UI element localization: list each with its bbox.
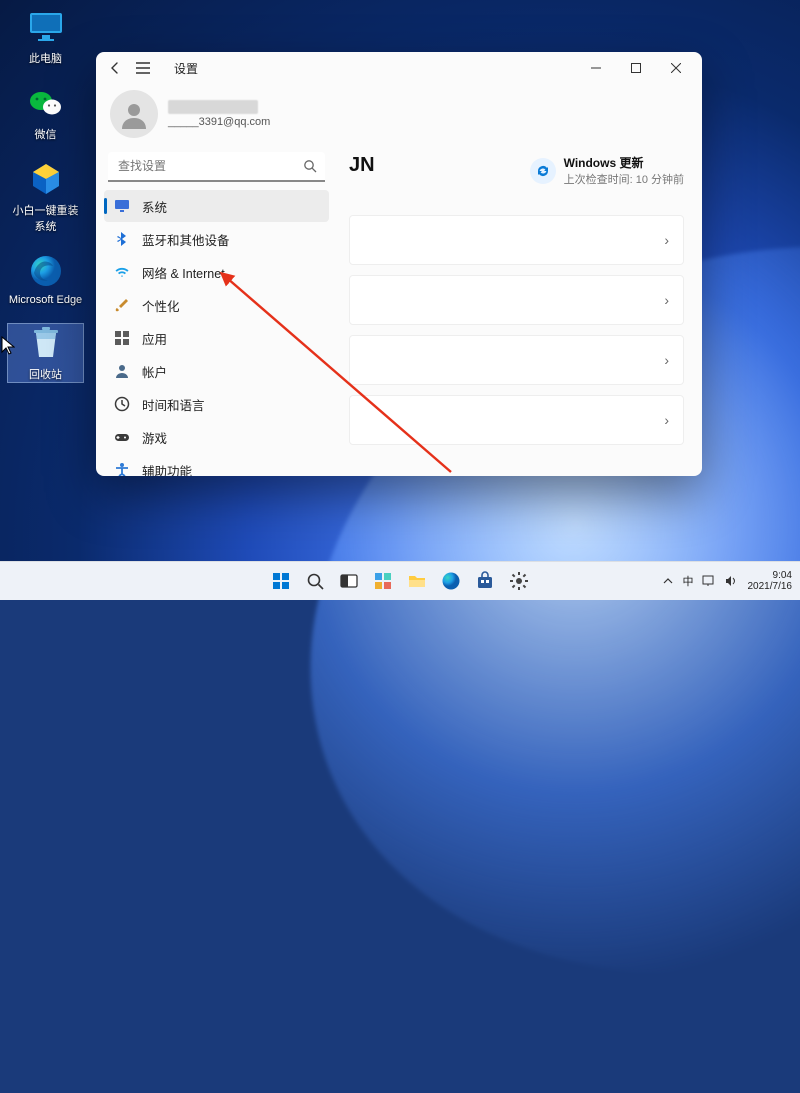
- bluetooth-icon: [114, 231, 130, 247]
- account-header[interactable]: _____3391@qq.com: [104, 84, 329, 150]
- nav-item-gaming[interactable]: 游戏: [104, 421, 329, 453]
- nav-item-time[interactable]: 时间和语言: [104, 388, 329, 420]
- person-icon: [114, 363, 130, 379]
- monitor-icon: [27, 8, 65, 46]
- nav-item-label: 应用: [142, 329, 167, 348]
- taskbar-search[interactable]: [302, 568, 328, 594]
- account-email: _____3391@qq.com: [168, 116, 270, 128]
- chevron-right-icon: ›: [664, 292, 669, 308]
- hamburger-icon[interactable]: [136, 61, 150, 75]
- nav-item-label: 游戏: [142, 428, 167, 447]
- search-icon: [303, 159, 317, 173]
- chevron-right-icon: ›: [664, 232, 669, 248]
- settings-content: JN Windows 更新 上次检查时间: 10 分钟前 › › › ›: [337, 84, 702, 476]
- access-icon: [114, 462, 130, 476]
- brush-icon: [114, 297, 130, 313]
- titlebar[interactable]: 设置: [96, 52, 702, 84]
- nav-item-network[interactable]: 网络 & Internet: [104, 256, 329, 288]
- nav-item-access[interactable]: 辅助功能: [104, 454, 329, 476]
- installer-icon: [27, 160, 65, 198]
- windows-update-tile[interactable]: Windows 更新 上次检查时间: 10 分钟前: [530, 154, 684, 187]
- taskbar-center: [268, 568, 532, 594]
- settings-row[interactable]: ›: [349, 215, 684, 265]
- wifi-icon: [114, 264, 130, 280]
- nav-item-label: 个性化: [142, 296, 180, 315]
- account-text: _____3391@qq.com: [168, 100, 270, 128]
- settings-row[interactable]: ›: [349, 335, 684, 385]
- nav-item-personal[interactable]: 个性化: [104, 289, 329, 321]
- nav-item-label: 系统: [142, 197, 167, 216]
- desktop-icon-column: 此电脑 微信 小白一键重装系统 Microsoft Edge 回收站: [8, 8, 83, 400]
- window-title: 设置: [174, 60, 198, 77]
- desktop-icon-label: Microsoft Edge: [9, 294, 82, 306]
- volume-icon[interactable]: [724, 575, 738, 587]
- account-name-redacted: [168, 100, 258, 114]
- nav-item-label: 网络 & Internet: [142, 263, 225, 282]
- settings-window: 设置 _____3391@qq.com: [96, 52, 702, 476]
- nav-item-label: 蓝牙和其他设备: [142, 230, 230, 249]
- desktop-icon-label: 此电脑: [29, 50, 62, 66]
- nav-list: 系统 蓝牙和其他设备 网络 & Internet 个性化 应用 帐户 时间和语言…: [104, 190, 329, 476]
- game-icon: [114, 429, 130, 445]
- settings-search[interactable]: [108, 152, 325, 182]
- nav-item-label: 辅助功能: [142, 461, 192, 477]
- nav-item-bluetooth[interactable]: 蓝牙和其他设备: [104, 223, 329, 255]
- settings-row[interactable]: ›: [349, 395, 684, 445]
- desktop-icon-label: 微信: [35, 126, 57, 142]
- widgets[interactable]: [370, 568, 396, 594]
- nav-item-label: 时间和语言: [142, 395, 205, 414]
- ime-indicator[interactable]: 中: [683, 573, 694, 589]
- tray-chevron-icon[interactable]: [663, 576, 673, 586]
- settings-rows: › › › ›: [349, 215, 684, 445]
- clock-time: 9:04: [773, 570, 792, 581]
- settings-nav: _____3391@qq.com 系统 蓝牙和其他设备 网络 & Interne…: [96, 84, 337, 476]
- taskbar-edge[interactable]: [438, 568, 464, 594]
- update-icon: [530, 158, 556, 184]
- desktop-icon-edge[interactable]: Microsoft Edge: [8, 252, 83, 306]
- chevron-right-icon: ›: [664, 412, 669, 428]
- clock-date: 2021/7/16: [748, 581, 793, 592]
- maximize-button[interactable]: [616, 52, 656, 84]
- desktop-icon-label: 回收站: [29, 366, 62, 382]
- nav-item-apps[interactable]: 应用: [104, 322, 329, 354]
- task-view[interactable]: [336, 568, 362, 594]
- nav-item-accounts[interactable]: 帐户: [104, 355, 329, 387]
- taskbar[interactable]: 中 9:04 2021/7/16: [0, 561, 800, 600]
- close-button[interactable]: [656, 52, 696, 84]
- desktop-icon-label: 小白一键重装系统: [8, 202, 83, 234]
- minimize-button[interactable]: [576, 52, 616, 84]
- back-button[interactable]: [108, 61, 122, 75]
- nav-item-label: 帐户: [142, 362, 167, 381]
- microsoft-store[interactable]: [472, 568, 498, 594]
- grid-icon: [114, 330, 130, 346]
- edge-icon: [27, 252, 65, 290]
- search-input[interactable]: [108, 152, 325, 182]
- avatar: [110, 90, 158, 138]
- monitor-icon: [114, 198, 130, 214]
- update-subtitle: 上次检查时间: 10 分钟前: [564, 171, 684, 187]
- clock-icon: [114, 396, 130, 412]
- settings-row[interactable]: ›: [349, 275, 684, 325]
- start-button[interactable]: [268, 568, 294, 594]
- page-title-fragment: JN: [349, 154, 375, 177]
- taskbar-clock[interactable]: 9:04 2021/7/16: [748, 570, 793, 592]
- taskbar-settings[interactable]: [506, 568, 532, 594]
- update-title: Windows 更新: [564, 154, 684, 171]
- desktop-icon-this-pc[interactable]: 此电脑: [8, 8, 83, 66]
- nav-item-system[interactable]: 系统: [104, 190, 329, 222]
- desktop-icon-xiaobai[interactable]: 小白一键重装系统: [8, 160, 83, 234]
- desktop-icon-recycle-bin[interactable]: 回收站: [8, 324, 83, 382]
- desktop-icon-wechat[interactable]: 微信: [8, 84, 83, 142]
- chevron-right-icon: ›: [664, 352, 669, 368]
- file-explorer[interactable]: [404, 568, 430, 594]
- network-icon[interactable]: [702, 575, 716, 587]
- wechat-icon: [27, 84, 65, 122]
- system-tray[interactable]: 中 9:04 2021/7/16: [663, 570, 800, 592]
- recycle-bin-icon: [27, 324, 65, 362]
